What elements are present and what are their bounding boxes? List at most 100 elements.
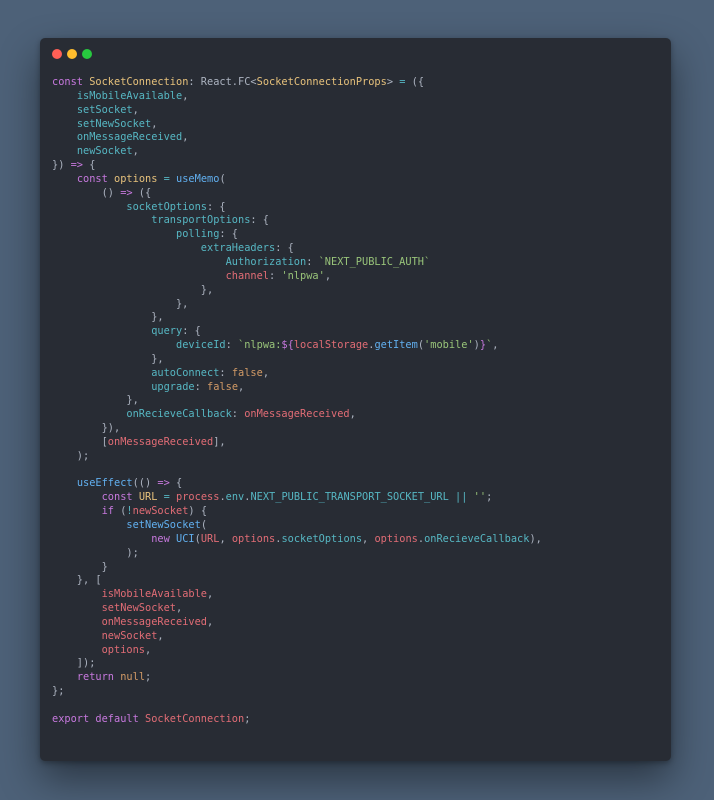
code-token: , — [362, 532, 375, 545]
code-token: ({ — [132, 186, 152, 199]
code-token: channel — [225, 269, 269, 282]
code-token: null — [120, 671, 146, 684]
code-token: Authorization — [225, 255, 307, 268]
code-token: } — [52, 560, 108, 573]
code-token: ({ — [405, 76, 425, 88]
code-token: SocketConnectionProps — [256, 76, 387, 88]
code-token: options — [374, 532, 418, 545]
code-token: newSocket — [132, 505, 189, 518]
code-line: Authorization: `NEXT_PUBLIC_AUTH` — [52, 256, 542, 270]
code-line: [onMessageReceived], — [52, 436, 542, 450]
code-token: useEffect — [76, 477, 133, 490]
code-line: }, — [52, 298, 542, 312]
code-line: channel: 'nlpwa', — [52, 270, 542, 284]
code-token: process — [176, 491, 220, 504]
code-token: , — [219, 532, 232, 545]
code-token: , — [145, 643, 152, 656]
code-line: }), — [52, 422, 542, 436]
code-token: URL — [200, 532, 220, 545]
code-token: }, — [52, 352, 164, 365]
code-token: , — [182, 89, 189, 102]
code-token: setNewSocket — [126, 519, 201, 531]
code-token: localStorage — [293, 339, 369, 352]
code-line: onMessageReceived, — [52, 131, 542, 145]
code-line: }, — [52, 284, 542, 298]
code-token: const — [101, 491, 139, 504]
code-line: socketOptions: { — [52, 201, 542, 215]
code-token: || — [455, 491, 468, 504]
code-token: ], — [213, 435, 226, 448]
code-token: '' — [473, 491, 487, 504]
minimize-dot-icon[interactable] — [67, 49, 77, 59]
code-token: const — [76, 172, 115, 185]
code-token: }), — [52, 422, 121, 435]
code-token: (() — [132, 477, 158, 490]
code-line: options, — [52, 644, 542, 658]
zoom-dot-icon[interactable] — [82, 49, 92, 59]
code-token: onMessageReceived — [76, 131, 183, 144]
code-token: ), — [529, 532, 542, 545]
code-token: ]); — [52, 657, 96, 670]
code-line: ); — [52, 450, 542, 464]
code-token: SocketConnection — [89, 76, 189, 88]
code-token: , — [157, 629, 164, 642]
code-token: => — [120, 186, 133, 199]
code-line: deviceId: `nlpwa:${localStorage.getItem(… — [52, 339, 542, 353]
code-token: query — [151, 325, 183, 338]
code-token: newSocket — [76, 145, 133, 158]
close-dot-icon[interactable] — [52, 49, 62, 59]
code-token: ; — [244, 712, 251, 725]
code-token: : — [231, 408, 245, 421]
code-token: : { — [182, 325, 201, 338]
code-line: }, — [52, 394, 542, 408]
code-token: URL — [138, 491, 158, 504]
code-line: newSocket, — [52, 145, 542, 159]
code-token: const — [52, 76, 90, 88]
code-token: , — [176, 602, 183, 615]
code-line: transportOptions: { — [52, 214, 542, 228]
code-token: { — [83, 159, 96, 172]
code-token: : { — [250, 214, 270, 227]
code-token: , — [182, 131, 189, 144]
code-token: }, — [52, 297, 189, 310]
code-token: isMobileAvailable — [101, 588, 207, 601]
code-token: setNewSocket — [76, 117, 152, 130]
code-token: , — [151, 117, 158, 130]
code-line: const SocketConnection: React.FC<SocketC… — [52, 76, 542, 90]
code-line: () => ({ — [52, 187, 542, 201]
code-token: , — [132, 103, 139, 116]
code-line: onRecieveCallback: onMessageReceived, — [52, 408, 542, 422]
code-token: false — [207, 380, 239, 393]
code-token: FC — [238, 76, 251, 88]
code-line: const URL = process.env.NEXT_PUBLIC_TRAN… — [52, 491, 542, 505]
code-token: }, — [52, 311, 164, 324]
code-token: }, [ — [52, 574, 102, 587]
code-line: }, — [52, 311, 542, 325]
code-token: : React. — [188, 76, 239, 88]
code-token: `NEXT_PUBLIC_AUTH` — [318, 255, 431, 268]
code-block: const SocketConnection: React.FC<SocketC… — [52, 76, 542, 727]
code-token: : { — [219, 228, 239, 241]
code-token: , — [238, 380, 245, 393]
code-token: options — [231, 532, 276, 545]
code-token: ; — [486, 491, 493, 504]
code-token: onRecieveCallback — [126, 408, 232, 421]
code-token: socketOptions — [281, 532, 363, 545]
code-token: }, — [52, 394, 139, 407]
code-token: : { — [275, 242, 294, 255]
code-token: isMobileAvailable — [76, 89, 183, 102]
